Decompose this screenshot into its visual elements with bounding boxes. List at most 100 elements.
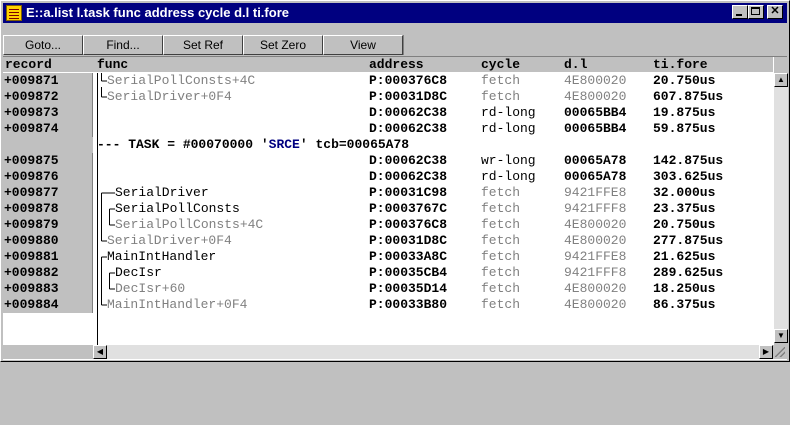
dl-cell: 4E800020	[564, 217, 627, 232]
scroll-right-icon: ▶	[762, 347, 770, 356]
tifore-cell: 277.875us	[653, 233, 724, 248]
toolbar-spacer	[403, 35, 788, 55]
address-cell: P:00035D14	[369, 281, 448, 296]
column-tifore[interactable]: ti.fore	[653, 57, 708, 72]
tifore-cell: 59.875us	[653, 121, 716, 136]
maximize-button[interactable]	[748, 5, 764, 19]
tifore-cell: 21.625us	[653, 249, 716, 264]
task-switch-label: --- TASK = #00070000 'SRCE' tcb=00065A78	[97, 137, 409, 153]
dl-cell: 4E800020	[564, 89, 627, 104]
dl-cell: 9421FFE8	[564, 185, 627, 200]
dl-cell: 00065A78	[564, 169, 627, 184]
view-button[interactable]: View	[323, 35, 403, 55]
cycle-cell: fetch	[481, 249, 521, 264]
address-cell: D:00062C38	[369, 169, 448, 184]
record-cell: +009880	[3, 233, 93, 249]
record-cell: +009883	[3, 281, 93, 297]
goto-button[interactable]: Goto...	[3, 35, 83, 55]
dl-cell: 00065BB4	[564, 105, 627, 120]
record-column-pane	[3, 345, 93, 359]
record-cell: +009878	[3, 201, 93, 217]
address-cell: P:00033B80	[369, 297, 448, 312]
toolbar: Goto... Find... Set Ref Set Zero View	[3, 35, 788, 55]
resize-grip-icon[interactable]	[773, 345, 787, 359]
cycle-cell: fetch	[481, 89, 521, 104]
dl-cell: 4E800020	[564, 281, 627, 296]
dl-cell: 9421FFF8	[564, 201, 627, 216]
column-dl[interactable]: d.l	[564, 57, 587, 72]
horizontal-scrollbar[interactable]: ◀ ▶	[3, 345, 773, 359]
close-button[interactable]: ✕	[767, 5, 783, 19]
address-cell: P:00031C98	[369, 185, 448, 200]
dl-cell: 9421FFF8	[564, 265, 627, 280]
window-title: E::a.list l.task func address cycle d.l …	[26, 5, 289, 20]
scroll-right-button[interactable]: ▶	[759, 345, 773, 359]
func-cell: DecIsr+60	[115, 281, 186, 296]
scroll-track[interactable]	[774, 87, 788, 329]
cycle-cell: fetch	[481, 265, 521, 280]
cycle-cell: fetch	[481, 297, 521, 312]
tifore-cell: 20.750us	[653, 73, 716, 88]
tifore-cell: 23.375us	[653, 201, 716, 216]
cycle-cell: fetch	[481, 281, 521, 296]
tifore-cell: 289.625us	[653, 265, 724, 280]
record-cell: +009872	[3, 89, 93, 105]
column-address[interactable]: address	[369, 57, 424, 72]
cycle-cell: wr-long	[481, 153, 536, 168]
tifore-cell: 86.375us	[653, 297, 716, 312]
column-record[interactable]: record	[5, 57, 52, 72]
record-cell: +009875	[3, 153, 93, 169]
trace-list-window: E::a.list l.task func address cycle d.l …	[0, 0, 790, 362]
record-cell: +009879	[3, 217, 93, 233]
address-cell: P:00033A8C	[369, 249, 448, 264]
maximize-icon	[751, 7, 760, 15]
column-cycle[interactable]: cycle	[481, 57, 520, 72]
scroll-down-icon: ▼	[777, 331, 785, 340]
vertical-scrollbar[interactable]: ▲ ▼	[773, 57, 788, 345]
column-func[interactable]: func	[97, 57, 128, 72]
title-bar[interactable]: E::a.list l.task func address cycle d.l …	[3, 3, 787, 23]
close-icon: ✕	[770, 5, 780, 17]
tifore-cell: 32.000us	[653, 185, 716, 200]
cycle-cell: fetch	[481, 185, 521, 200]
func-cell: MainIntHandler+0F4	[107, 297, 248, 312]
func-cell: SerialDriver	[115, 185, 209, 200]
trace-rows: +009871 SerialPollConsts+4C P:000376C8 f…	[3, 73, 773, 345]
record-cell: +009884	[3, 297, 93, 313]
record-cell: +009873	[3, 105, 93, 121]
tifore-cell: 607.875us	[653, 89, 724, 104]
cycle-cell: rd-long	[481, 169, 536, 184]
cycle-cell: fetch	[481, 201, 521, 216]
record-cell	[3, 137, 93, 153]
cycle-cell: rd-long	[481, 121, 536, 136]
dl-cell: 4E800020	[564, 297, 627, 312]
set-ref-button[interactable]: Set Ref	[163, 35, 243, 55]
trace-list[interactable]: record func address cycle d.l ti.fore +0…	[3, 56, 788, 360]
cycle-cell: fetch	[481, 233, 521, 248]
tifore-cell: 303.625us	[653, 169, 724, 184]
scroll-up-button[interactable]: ▲	[774, 73, 788, 87]
scroll-left-button[interactable]: ◀	[93, 345, 107, 359]
minimize-button[interactable]	[732, 5, 748, 19]
scroll-down-button[interactable]: ▼	[774, 329, 788, 343]
cycle-cell: rd-long	[481, 105, 536, 120]
cycle-cell: fetch	[481, 217, 521, 232]
find-button[interactable]: Find...	[83, 35, 163, 55]
func-cell: SerialDriver+0F4	[107, 89, 232, 104]
func-cell: MainIntHandler	[107, 249, 217, 264]
address-cell: P:00031D8C	[369, 233, 448, 248]
address-cell: P:0003767C	[369, 201, 448, 216]
address-cell: D:00062C38	[369, 153, 448, 168]
record-cell: +009871	[3, 73, 93, 89]
tifore-cell: 142.875us	[653, 153, 724, 168]
cycle-cell: fetch	[481, 73, 521, 88]
dl-cell: 4E800020	[564, 233, 627, 248]
func-cell: SerialDriver+0F4	[107, 233, 232, 248]
set-zero-button[interactable]: Set Zero	[243, 35, 323, 55]
tifore-cell: 20.750us	[653, 217, 716, 232]
record-cell: +009874	[3, 121, 93, 137]
list-window-icon[interactable]	[6, 5, 22, 21]
scroll-left-icon: ◀	[96, 347, 104, 356]
record-cell: +009882	[3, 265, 93, 281]
record-cell: +009877	[3, 185, 93, 201]
